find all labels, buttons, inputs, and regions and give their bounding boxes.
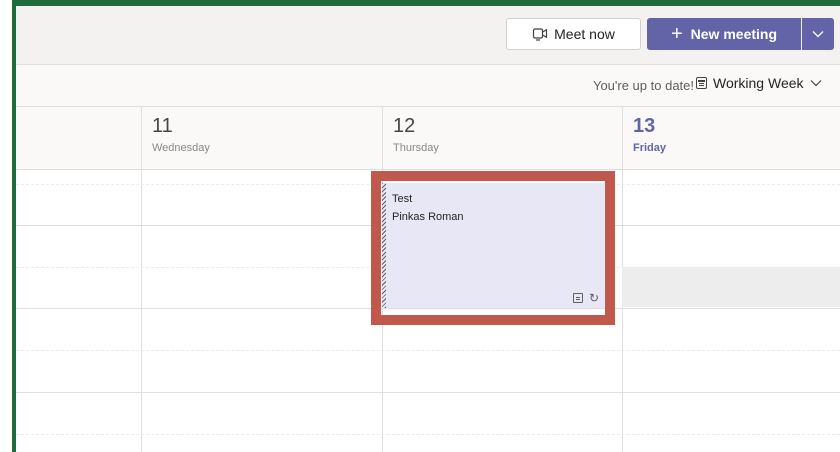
new-meeting-dropdown[interactable]: [802, 18, 834, 50]
highlight-box: [371, 171, 615, 325]
new-meeting-button[interactable]: + New meeting: [647, 18, 801, 50]
day-column-header-today[interactable]: 13 Friday: [622, 107, 840, 169]
unavailable-time-block: [622, 267, 840, 307]
calendar-icon: [696, 77, 707, 89]
sync-status-text: You're up to date!: [592, 78, 694, 93]
chevron-down-icon: [810, 80, 821, 87]
column-divider: [622, 170, 623, 452]
video-camera-icon: [533, 28, 548, 41]
view-selector-label: Working Week: [713, 75, 804, 91]
chevron-down-icon: [812, 31, 824, 38]
window-left-border: [0, 0, 16, 452]
day-name: Thursday: [393, 142, 439, 154]
day-name: Friday: [633, 142, 667, 154]
day-header-row: 11 Wednesday 12 Thursday 13 Friday: [16, 107, 840, 170]
hour-line: [16, 392, 840, 393]
day-name: Wednesday: [152, 142, 210, 154]
calendar-subbar: You're up to date! Working Week: [16, 65, 840, 107]
calendar-toolbar: Meet now + New meeting: [16, 6, 840, 65]
new-meeting-label: New meeting: [690, 26, 778, 42]
day-number: 11: [152, 115, 173, 137]
half-hour-line: [16, 350, 840, 351]
day-column-header[interactable]: 11 Wednesday: [141, 107, 382, 169]
meet-now-button[interactable]: Meet now: [506, 18, 641, 50]
half-hour-line: [16, 434, 840, 435]
day-column-header[interactable]: 12 Thursday: [382, 107, 622, 169]
view-selector[interactable]: Working Week: [696, 75, 822, 91]
plus-icon: +: [670, 23, 683, 45]
meet-now-label: Meet now: [554, 26, 615, 42]
column-divider: [141, 170, 142, 452]
day-number: 13: [633, 115, 656, 137]
day-number: 12: [393, 115, 416, 137]
